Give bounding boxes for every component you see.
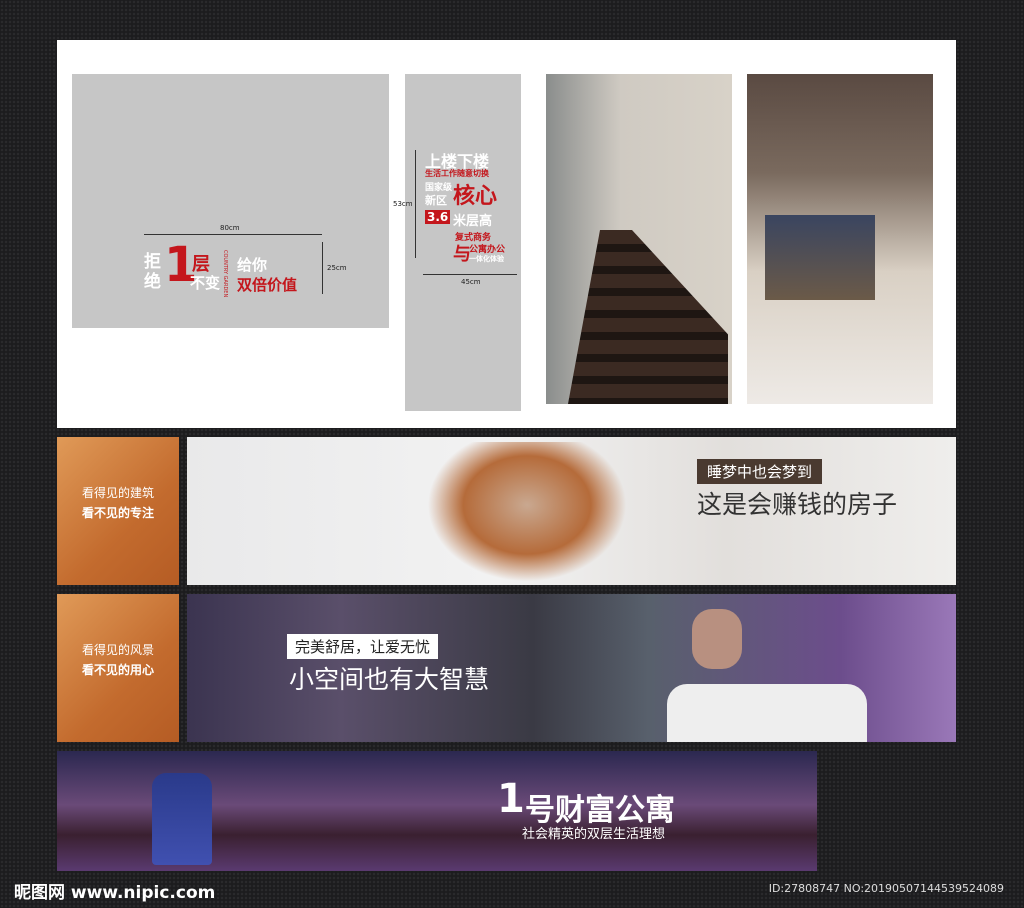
sign-text: 核心 <box>453 184 498 209</box>
sign-text: 3.6 <box>425 210 451 224</box>
person-figure <box>667 684 867 742</box>
wall-sign-drawing-1: 80cm 25cm 拒绝 1 层 不变 COUNTRY GARDEN 给你 双倍… <box>72 74 389 328</box>
wall-sign-drawing-2: 53cm 上楼下楼 生活工作随意切换 国家级 新区 核心 3.6 米层高 复式商… <box>393 74 521 411</box>
sign-text: 新区 <box>425 194 447 207</box>
banner-city-view: 完美舒居，让爱无忧 小空间也有大智慧 <box>187 594 956 742</box>
banner-headline: 小空间也有大智慧 <box>289 665 490 694</box>
width-dimension <box>423 274 517 275</box>
side-text: 看不见的专注 <box>81 506 154 520</box>
watermark-logo: 昵图网 www.nipic.com <box>14 883 216 903</box>
living-room-view <box>765 215 875 300</box>
banner-wealth-apartment: 1 号财富公寓 社会精英的双层生活理想 <box>57 751 817 871</box>
image-id: ID:27808747 NO:20190507144539524089 <box>768 882 1004 895</box>
slogan-text: 不变 <box>190 274 221 292</box>
side-text: 看得见的风景 <box>81 643 154 657</box>
width-dimension <box>144 234 322 235</box>
side-panel-1: 看得见的建筑 看不见的专注 <box>57 437 179 585</box>
chair-image <box>152 773 212 865</box>
banner-subtitle: 社会精英的双层生活理想 <box>522 827 666 842</box>
slogan-text: 拒绝 <box>144 252 161 292</box>
width-label: 80cm <box>220 224 240 232</box>
banner-tag: 完美舒居，让爱无忧 <box>287 634 439 659</box>
height-dimension <box>415 150 416 258</box>
sign-text: 米层高 <box>453 214 493 229</box>
sign-text: 一体化体验 <box>469 255 504 263</box>
side-text: 看得见的建筑 <box>81 486 154 500</box>
height-label: 53cm <box>393 200 413 208</box>
person-pixelated <box>427 442 627 582</box>
banner-tag: 睡梦中也会梦到 <box>697 459 823 484</box>
height-dimension <box>322 242 323 294</box>
person-pixelated <box>692 609 742 669</box>
brand-mark: COUNTRY GARDEN <box>222 250 228 298</box>
side-panel-2: 看得见的风景 看不见的用心 <box>57 594 179 742</box>
title-number: 1 <box>497 776 525 822</box>
slogan-text: 给你 <box>237 256 268 274</box>
slogan-text: 双倍价值 <box>237 276 298 294</box>
height-label: 25cm <box>327 264 347 272</box>
banner-headline: 这是会赚钱的房子 <box>697 490 898 519</box>
banner-sleep: 睡梦中也会梦到 这是会赚钱的房子 <box>187 437 956 585</box>
width-label: 45cm <box>461 278 481 286</box>
side-text: 看不见的用心 <box>81 663 154 677</box>
